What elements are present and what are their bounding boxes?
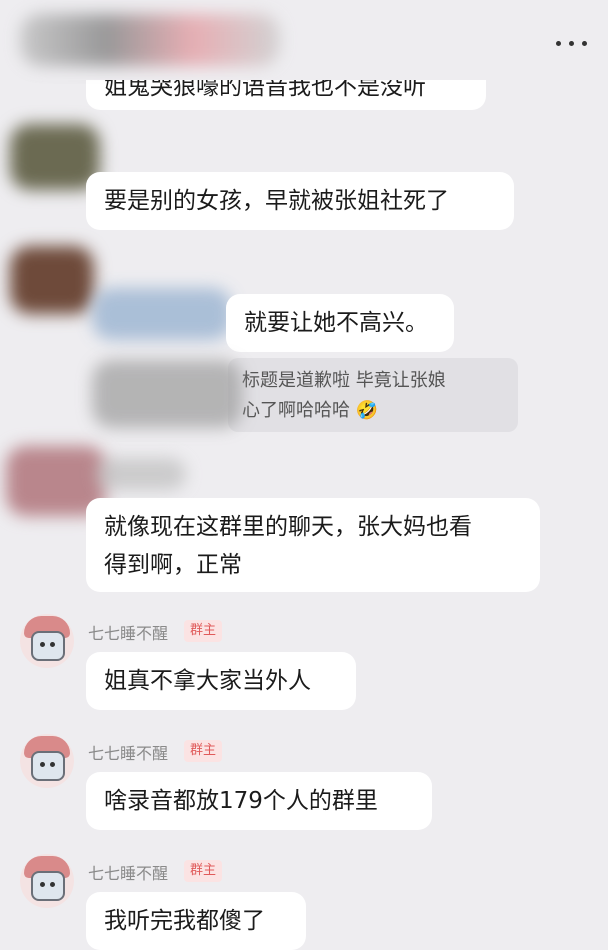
group-owner-badge: 群主: [184, 860, 223, 882]
sender-name[interactable]: 七七睡不醒: [88, 860, 168, 884]
laughing-emoji-icon: 🤣: [355, 400, 379, 421]
top-bar-overlay: [0, 0, 608, 80]
sender-name[interactable]: 七七睡不醒: [88, 620, 168, 644]
quote-text-line-1: 标题是道歉啦 毕竟让张娘: [242, 370, 446, 391]
quote-text-line-2: 心了啊哈哈哈: [242, 400, 350, 421]
sender-name[interactable]: 七七睡不醒: [88, 740, 168, 764]
blurred-sender-name: [92, 288, 232, 340]
message-text-line-2: 得到啊，正常: [104, 552, 242, 578]
more-dots-icon[interactable]: [550, 28, 594, 58]
message-text: 我听完我都傻了: [104, 908, 265, 934]
message-text: 姐真不拿大家当外人: [104, 668, 311, 694]
blurred-sender-name: [96, 458, 186, 490]
avatar[interactable]: [20, 854, 74, 908]
group-owner-badge: 群主: [184, 620, 223, 642]
message-bubble[interactable]: 要是别的女孩，早就被张姐社死了: [86, 172, 514, 230]
message-text: 啥录音都放179个人的群里: [104, 788, 378, 814]
message-bubble[interactable]: 我听完我都傻了: [86, 892, 306, 950]
message-text-line-1: 就像现在这群里的聊天，张大妈也看: [104, 514, 472, 540]
message-bubble[interactable]: 就要让她不高兴。: [226, 294, 454, 352]
quoted-message[interactable]: 标题是道歉啦 毕竟让张娘 心了啊哈哈哈 🤣: [228, 358, 518, 432]
blurred-header-content: [20, 14, 280, 66]
avatar[interactable]: [20, 614, 74, 668]
group-owner-badge: 群主: [184, 740, 223, 762]
avatar[interactable]: [20, 734, 74, 788]
message-text: 就要让她不高兴。: [244, 310, 428, 336]
message-bubble[interactable]: 姐真不拿大家当外人: [86, 652, 356, 710]
message-bubble[interactable]: 就像现在这群里的聊天，张大妈也看 得到啊，正常: [86, 498, 540, 592]
blurred-avatar: [10, 246, 94, 314]
message-bubble[interactable]: 啥录音都放179个人的群里: [86, 772, 432, 830]
message-text: 要是别的女孩，早就被张姐社死了: [104, 188, 449, 214]
blurred-quote-prefix: [92, 360, 242, 428]
